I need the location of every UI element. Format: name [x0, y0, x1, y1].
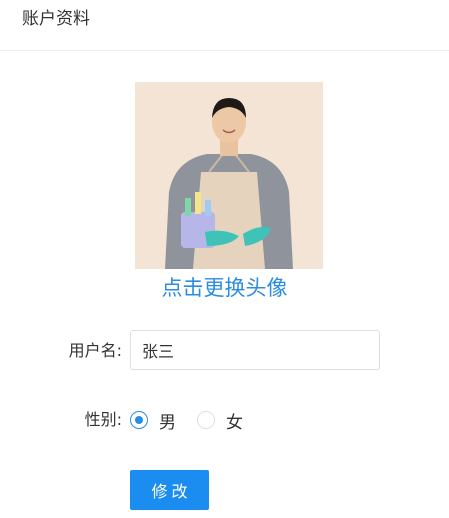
gender-radio-male[interactable]: 男 — [130, 408, 176, 433]
gender-label: 性别: — [84, 410, 122, 429]
gender-radio-female[interactable]: 女 — [197, 408, 243, 433]
page-title: 账户资料 — [22, 9, 90, 29]
radio-unchecked-icon[interactable] — [197, 411, 215, 429]
radio-checked-icon[interactable] — [130, 411, 148, 429]
username-label: 用户名: — [68, 341, 122, 360]
submit-button[interactable]: 修改 — [130, 470, 209, 510]
avatar-image[interactable] — [135, 82, 323, 269]
change-avatar-link[interactable]: 点击更换头像 — [0, 274, 449, 302]
username-input[interactable] — [130, 330, 380, 370]
gender-option-label: 男 — [159, 412, 176, 433]
page-header: 账户资料 — [0, 0, 449, 51]
gender-option-label: 女 — [226, 412, 243, 433]
avatar-photo — [135, 82, 323, 269]
